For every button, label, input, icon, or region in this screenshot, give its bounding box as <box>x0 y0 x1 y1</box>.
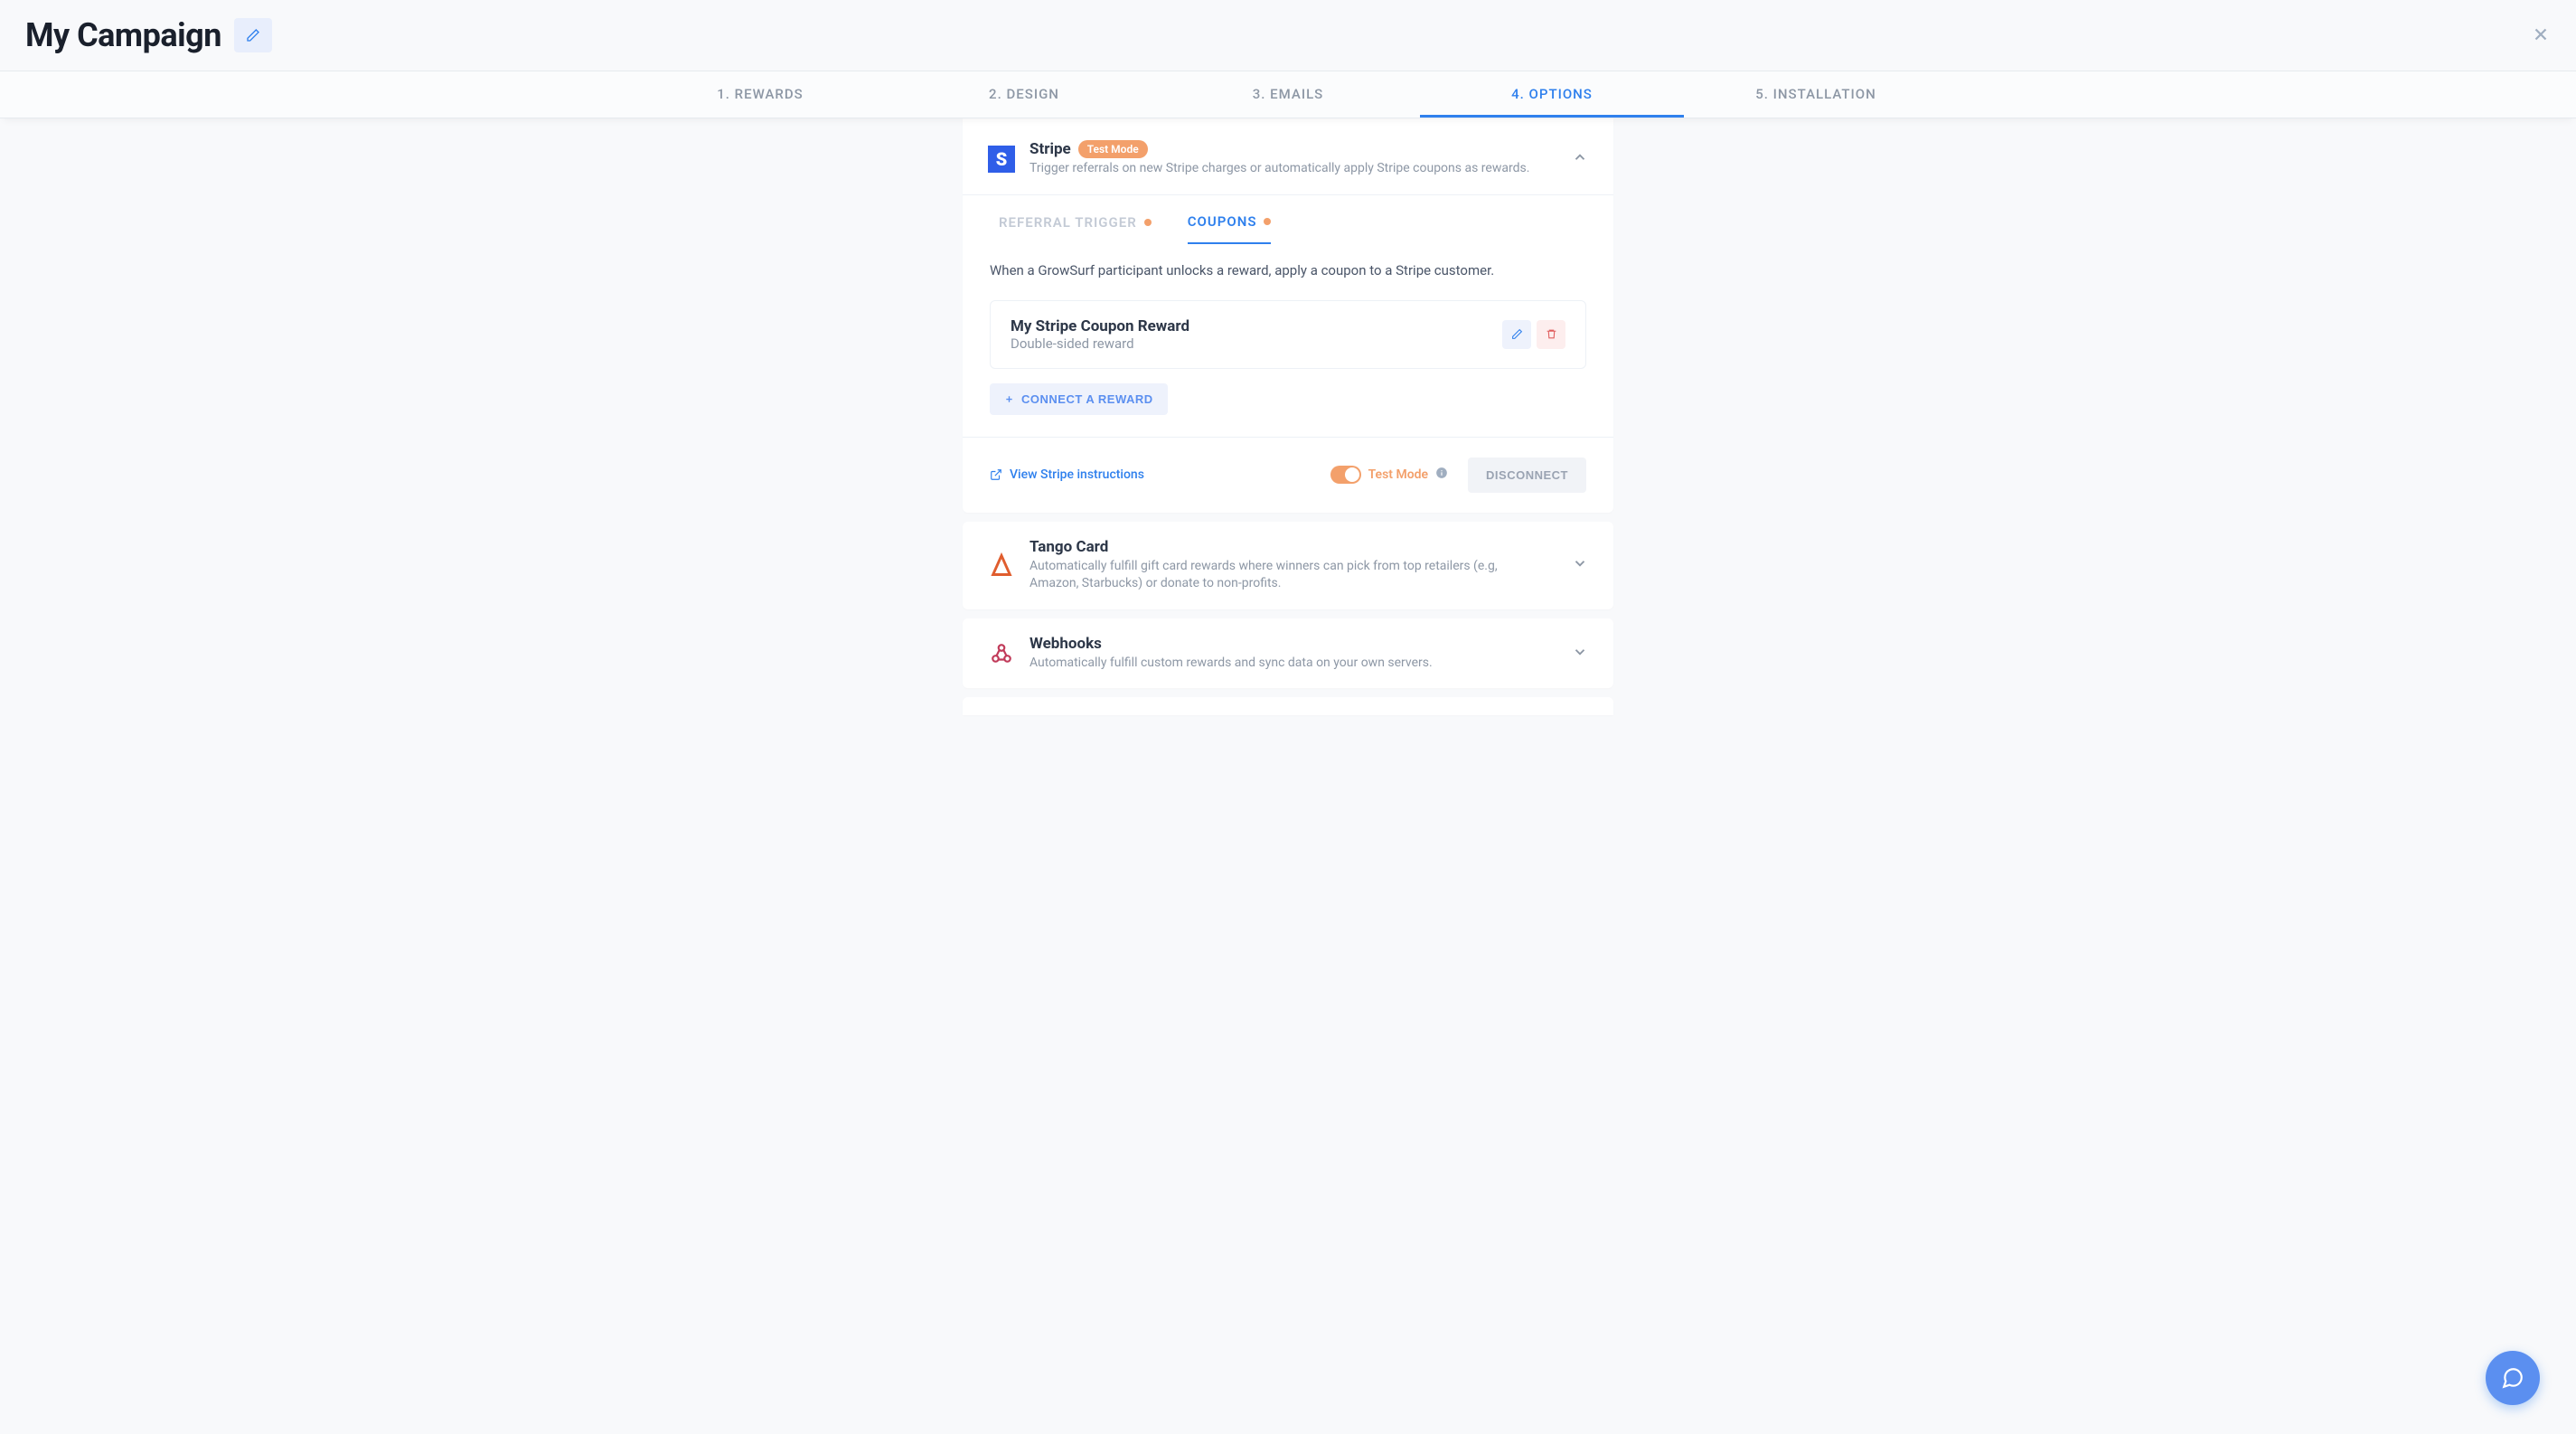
stripe-subtabs: REFERRAL TRIGGER COUPONS <box>963 195 1613 244</box>
connect-reward-button[interactable]: CONNECT A REWARD <box>990 383 1168 415</box>
next-integration-card <box>963 697 1613 715</box>
subtab-coupons[interactable]: COUPONS <box>1188 213 1272 244</box>
webhooks-title: Webhooks <box>1029 635 1557 653</box>
reward-card: My Stripe Coupon Reward Double-sided rew… <box>990 300 1586 369</box>
stripe-title: Stripe <box>1029 140 1071 158</box>
edit-campaign-button[interactable] <box>234 18 272 52</box>
view-instructions-link[interactable]: View Stripe instructions <box>990 467 1144 482</box>
close-icon <box>2531 24 2551 44</box>
webhooks-description: Automatically fulfill custom rewards and… <box>1029 655 1545 673</box>
info-icon[interactable] <box>1435 467 1448 483</box>
status-dot-icon <box>1144 219 1152 226</box>
pencil-icon <box>1511 328 1523 340</box>
external-link-icon <box>990 468 1002 481</box>
tango-title: Tango Card <box>1029 538 1557 556</box>
tab-emails[interactable]: 3. EMAILS <box>1156 71 1420 118</box>
chat-icon <box>2501 1366 2524 1390</box>
subtab-coupons-label: COUPONS <box>1188 213 1257 230</box>
delete-reward-button[interactable] <box>1537 320 1565 349</box>
tango-card-header[interactable]: Tango Card Automatically fulfill gift ca… <box>963 522 1613 609</box>
tab-design[interactable]: 2. DESIGN <box>892 71 1156 118</box>
test-mode-badge: Test Mode <box>1078 140 1148 158</box>
webhooks-card-header[interactable]: Webhooks Automatically fulfill custom re… <box>963 618 1613 689</box>
tango-description: Automatically fulfill gift card rewards … <box>1029 558 1545 593</box>
close-button[interactable] <box>2531 24 2551 47</box>
plus-icon <box>1004 394 1014 404</box>
tab-options[interactable]: 4. OPTIONS <box>1420 71 1684 118</box>
status-dot-icon <box>1264 218 1271 225</box>
help-chat-button[interactable] <box>2486 1351 2540 1405</box>
tango-icon <box>988 552 1015 579</box>
webhooks-integration-card: Webhooks Automatically fulfill custom re… <box>963 618 1613 689</box>
disconnect-button[interactable]: DISCONNECT <box>1468 458 1586 493</box>
edit-reward-button[interactable] <box>1502 320 1531 349</box>
chevron-down-icon <box>1572 644 1588 664</box>
chevron-down-icon <box>1572 555 1588 575</box>
webhooks-icon <box>988 640 1015 667</box>
subtab-referral-trigger[interactable]: REFERRAL TRIGGER <box>999 213 1152 244</box>
trash-icon <box>1546 328 1557 340</box>
connect-reward-label: CONNECT A REWARD <box>1021 392 1153 406</box>
test-mode-label: Test Mode <box>1368 467 1428 482</box>
subtab-referral-label: REFERRAL TRIGGER <box>999 214 1137 231</box>
coupons-description: When a GrowSurf participant unlocks a re… <box>990 262 1586 278</box>
chevron-up-icon <box>1572 149 1588 169</box>
reward-title: My Stripe Coupon Reward <box>1011 317 1189 335</box>
stripe-description: Trigger referrals on new Stripe charges … <box>1029 160 1545 178</box>
stripe-integration-card: S Stripe Test Mode Trigger referrals on … <box>963 118 1613 513</box>
pencil-icon <box>246 28 260 42</box>
view-instructions-label: View Stripe instructions <box>1010 467 1144 482</box>
stripe-icon: S <box>988 146 1015 173</box>
page-title: My Campaign <box>25 16 221 54</box>
page-header: My Campaign <box>0 0 2576 71</box>
test-mode-toggle[interactable] <box>1330 466 1361 484</box>
tab-rewards[interactable]: 1. REWARDS <box>628 71 892 118</box>
tango-integration-card: Tango Card Automatically fulfill gift ca… <box>963 522 1613 609</box>
stripe-card-footer: View Stripe instructions Test Mode DISCO… <box>963 437 1613 513</box>
tab-installation[interactable]: 5. INSTALLATION <box>1684 71 1948 118</box>
reward-subtitle: Double-sided reward <box>1011 335 1189 352</box>
wizard-tabs: 1. REWARDS 2. DESIGN 3. EMAILS 4. OPTION… <box>0 71 2576 118</box>
stripe-card-header[interactable]: S Stripe Test Mode Trigger referrals on … <box>963 118 1613 195</box>
